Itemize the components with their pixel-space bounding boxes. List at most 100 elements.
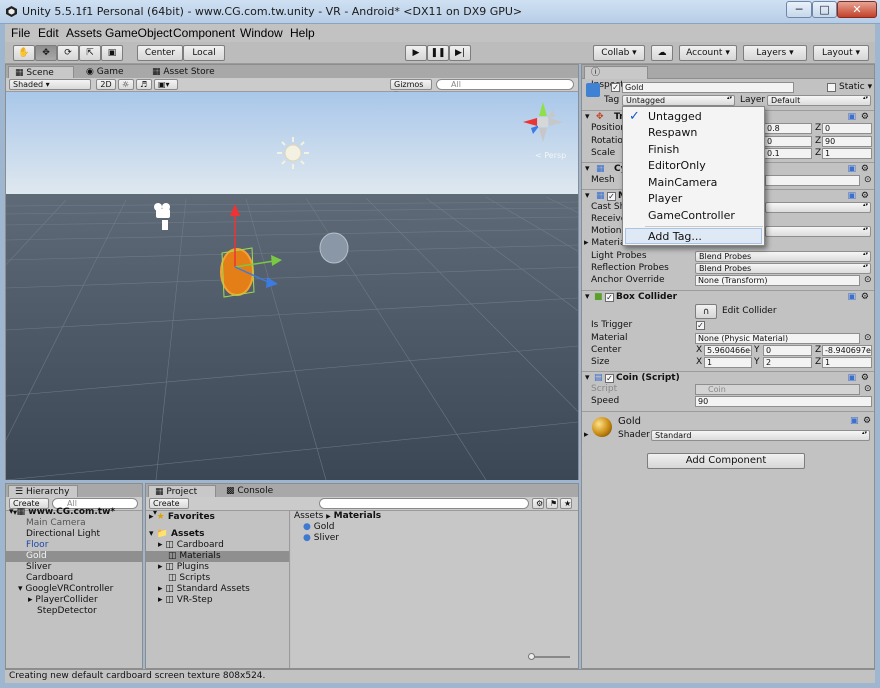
layer-dropdown[interactable]: Default <box>767 95 871 106</box>
close-button[interactable]: ✕ <box>837 1 877 18</box>
help-icon[interactable]: ▣ <box>847 291 856 304</box>
position-z-field[interactable]: 0 <box>822 123 872 134</box>
rotation-z-field[interactable]: 90 <box>822 136 872 147</box>
pivot-local-button[interactable]: Local <box>183 45 225 61</box>
center-y-field[interactable]: 0 <box>763 345 812 356</box>
object-picker-icon[interactable]: ⊙ <box>864 175 872 186</box>
layout-dropdown[interactable]: Layout ▾ <box>813 45 869 61</box>
rotation-y-field[interactable]: 0 <box>764 136 812 147</box>
breadcrumb-assets[interactable]: Assets <box>294 511 323 521</box>
move-tool-icon[interactable]: ✥ <box>35 45 57 61</box>
scene-search-input[interactable]: All <box>436 79 574 90</box>
object-picker-icon[interactable]: ⊙ <box>864 333 872 344</box>
hierarchy-item-gold[interactable]: Gold <box>6 551 142 562</box>
play-button-icon[interactable]: ▶ <box>405 45 427 61</box>
hierarchy-item-sliver[interactable]: Sliver <box>26 562 51 573</box>
project-create-button[interactable]: Create ▾ <box>149 498 189 517</box>
center-x-field[interactable]: 5.960466e- <box>704 345 752 356</box>
mesh-renderer-enabled-checkbox[interactable]: ✓ <box>607 192 616 201</box>
step-button-icon[interactable]: ▶| <box>449 45 471 61</box>
hierarchy-scene-root[interactable]: ▾ ▦ www.CG.com.tw* <box>9 507 115 518</box>
center-z-field[interactable]: -8.940697e <box>822 345 872 356</box>
speed-field[interactable]: 90 <box>695 396 872 407</box>
add-component-button[interactable]: Add Component <box>647 453 805 469</box>
object-picker-icon[interactable]: ⊙ <box>864 384 872 395</box>
collider-material-field[interactable]: None (Physic Material) <box>695 333 860 344</box>
static-checkbox[interactable] <box>827 83 836 92</box>
project-search-input[interactable] <box>319 498 529 509</box>
filter-label-icon[interactable]: ⚑ <box>546 498 558 509</box>
tag-option-gamecontroller[interactable]: GameController <box>648 209 735 222</box>
is-trigger-checkbox[interactable]: ✓ <box>696 321 705 330</box>
tag-option-untagged[interactable]: Untagged <box>648 110 702 123</box>
light-probes-dropdown[interactable]: Blend Probes <box>695 251 871 262</box>
folder-materials[interactable]: ◫ Materials <box>146 551 289 562</box>
hand-tool-icon[interactable]: ✋ <box>13 45 35 61</box>
effects-dropdown-icon[interactable]: ▣▾ <box>154 79 178 90</box>
settings-gear-icon[interactable]: ⚙ <box>861 291 869 304</box>
active-checkbox[interactable]: ✓ <box>611 83 620 92</box>
folder-standard-assets[interactable]: ▸ ◫ Standard Assets <box>158 584 250 595</box>
hierarchy-item-playercollider[interactable]: ▸ PlayerCollider <box>28 595 98 606</box>
box-collider-header[interactable]: ▾ ■ ✓ Box Collider ▣ ⚙ <box>582 290 874 303</box>
tag-option-maincamera[interactable]: MainCamera <box>648 176 717 189</box>
file-gold-material[interactable]: ● Gold <box>303 522 334 533</box>
menu-gameobject[interactable]: GameObject <box>105 26 172 40</box>
help-icon[interactable]: ▣ <box>850 416 859 427</box>
cloud-icon[interactable]: ☁ <box>651 45 673 61</box>
menu-file[interactable]: File <box>11 26 30 40</box>
object-name-field[interactable]: Gold <box>622 82 794 93</box>
menu-component[interactable]: Component <box>173 26 235 40</box>
hierarchy-item-stepdetector[interactable]: StepDetector <box>37 606 97 617</box>
coin-script-header[interactable]: ▾ ▤ ✓ Coin (Script) ▣ ⚙ <box>582 371 874 384</box>
mode-2d-button[interactable]: 2D <box>96 79 116 90</box>
hierarchy-item-floor[interactable]: Floor <box>26 540 48 551</box>
layers-dropdown[interactable]: Layers ▾ <box>743 45 807 61</box>
anchor-override-field[interactable]: None (Transform) <box>695 275 860 286</box>
menu-window[interactable]: Window <box>240 26 283 40</box>
menu-edit[interactable]: Edit <box>38 26 59 40</box>
pivot-center-button[interactable]: Center <box>137 45 183 61</box>
hierarchy-item-directional-light[interactable]: Directional Light <box>26 529 100 540</box>
folder-cardboard[interactable]: ▸ ◫ Cardboard <box>158 540 224 551</box>
favorites-item[interactable]: ▸ ★ Favorites <box>149 512 215 523</box>
tag-option-respawn[interactable]: Respawn <box>648 126 697 139</box>
folder-scripts[interactable]: ◫ Scripts <box>168 573 210 584</box>
tab-inspector[interactable]: ⓘ Inspector <box>584 66 648 90</box>
hierarchy-item-main-camera[interactable]: Main Camera <box>26 518 86 529</box>
shader-dropdown[interactable]: Standard <box>651 430 870 441</box>
scale-z-field[interactable]: 1 <box>822 148 872 159</box>
motion-vectors-dropdown[interactable] <box>765 226 871 237</box>
audio-toggle-icon[interactable]: ♬ <box>136 79 152 90</box>
foldout-arrow-icon[interactable]: ▸ <box>584 430 589 441</box>
menu-assets[interactable]: Assets <box>66 26 102 40</box>
size-x-field[interactable]: 1 <box>704 357 752 368</box>
menu-help[interactable]: Help <box>290 26 315 40</box>
rect-tool-icon[interactable]: ▣ <box>101 45 123 61</box>
minimize-button[interactable]: ─ <box>786 1 812 18</box>
hierarchy-item-cardboard[interactable]: Cardboard <box>26 573 73 584</box>
mesh-field[interactable] <box>765 175 860 186</box>
hierarchy-item-googlevrcontroller[interactable]: ▾ GoogleVRController <box>18 584 113 595</box>
object-picker-icon[interactable]: ⊙ <box>864 275 872 286</box>
account-dropdown[interactable]: Account ▾ <box>679 45 737 61</box>
add-tag-option[interactable]: Add Tag... <box>648 230 702 243</box>
size-z-field[interactable]: 1 <box>822 357 872 368</box>
reflection-probes-dropdown[interactable]: Blend Probes <box>695 263 871 274</box>
folder-plugins[interactable]: ▸ ◫ Plugins <box>158 562 209 573</box>
scale-tool-icon[interactable]: ⇱ <box>79 45 101 61</box>
maximize-button[interactable]: □ <box>812 1 837 18</box>
edit-collider-icon[interactable]: ∩ <box>695 304 717 319</box>
scene-viewport[interactable]: < Persp <box>6 92 578 480</box>
file-sliver-material[interactable]: ● Sliver <box>303 533 339 544</box>
tag-dropdown[interactable]: Untagged <box>622 95 735 106</box>
size-y-field[interactable]: 2 <box>763 357 812 368</box>
tag-option-finish[interactable]: Finish <box>648 143 679 156</box>
icon-size-slider-thumb[interactable] <box>528 653 535 660</box>
rotate-tool-icon[interactable]: ⟳ <box>57 45 79 61</box>
shading-dropdown[interactable]: Shaded ▾ <box>9 79 91 90</box>
breadcrumb-materials[interactable]: Materials <box>334 511 381 521</box>
assets-root-item[interactable]: ▾ 📁 Assets <box>149 529 204 540</box>
scale-y-field[interactable]: 0.1 <box>764 148 812 159</box>
position-y-field[interactable]: 0.8 <box>764 123 812 134</box>
